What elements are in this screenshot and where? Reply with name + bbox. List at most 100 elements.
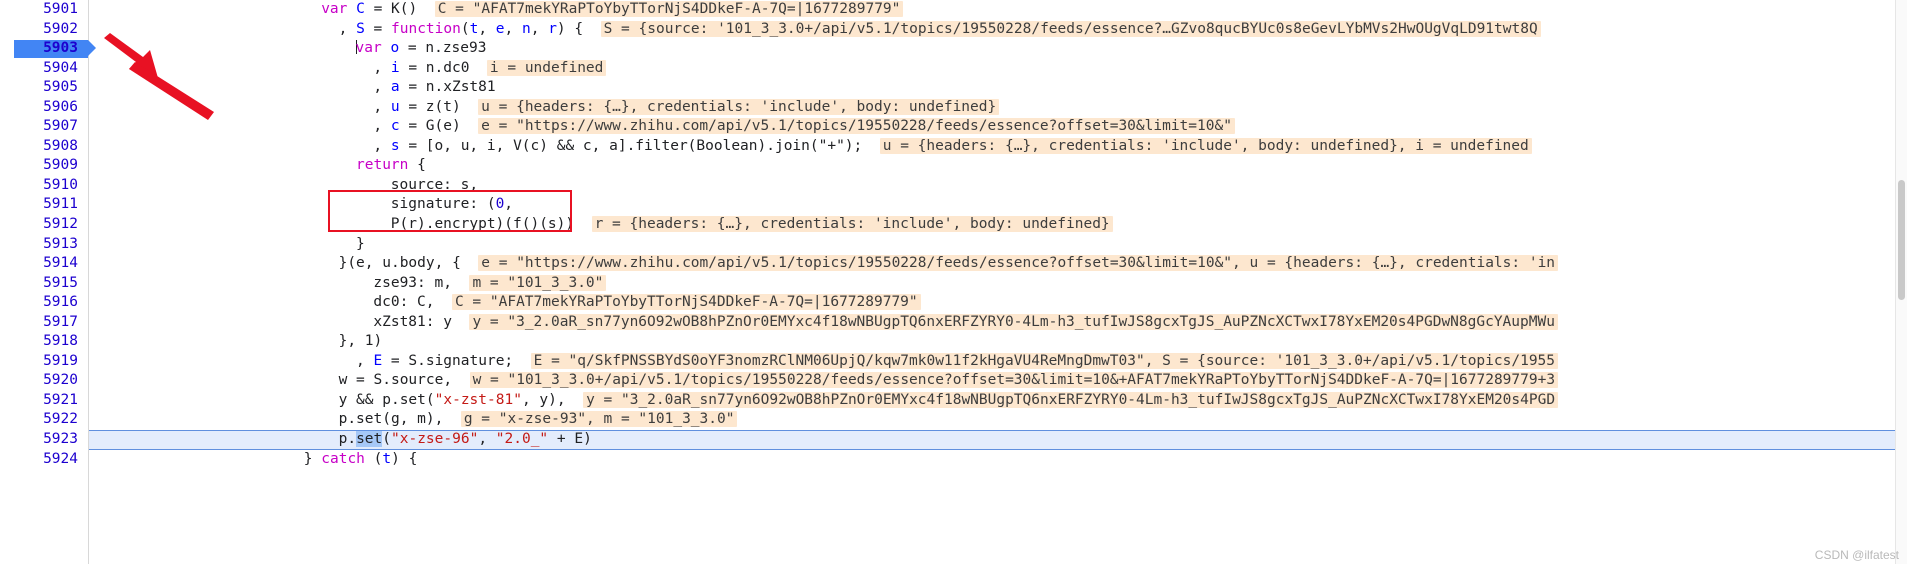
code-line[interactable]: 5901 var C = K() C = "AFAT7mekYRaPToYbyTT… (0, 0, 1907, 20)
inline-value-hint: i = undefined (486, 59, 607, 76)
code-line[interactable]: 5924} catch (t) { (0, 450, 1907, 470)
line-number-text: 5908 (43, 137, 78, 154)
line-number[interactable]: 5905 (0, 78, 88, 98)
scrollbar-thumb[interactable] (1898, 180, 1905, 300)
code-line[interactable]: 5918 }, 1) (0, 332, 1907, 352)
line-number[interactable]: 5913 (0, 235, 88, 255)
line-content[interactable]: , E = S.signature; E = "q/SkfPNSSBYdS0oY… (89, 352, 1907, 372)
line-content[interactable]: } catch (t) { (89, 450, 1907, 470)
line-number[interactable]: 5907 (0, 117, 88, 137)
token-var: n (521, 20, 531, 37)
line-content[interactable]: var C = K() C = "AFAT7mekYRaPToYbyTTorNj… (89, 0, 1907, 20)
code-line[interactable]: 5922 p.set(g, m), g = "x-zse-93", m = "10… (0, 410, 1907, 430)
token-kw: var (355, 40, 382, 57)
line-number[interactable]: 5918 (0, 332, 88, 352)
line-content[interactable]: P(r).encrypt)(f()(s)) r = {headers: {…},… (89, 215, 1907, 235)
line-content[interactable]: } (89, 235, 1907, 255)
token-num: 0 (495, 196, 505, 213)
line-number[interactable]: 5919 (0, 352, 88, 372)
code-line[interactable]: 5906, u = z(t) u = {headers: {…}, creden… (0, 98, 1907, 118)
line-content[interactable]: p.set(g, m), g = "x-zse-93", m = "101_3_… (89, 410, 1907, 430)
line-content[interactable]: var o = n.zse93 (89, 39, 1907, 59)
vertical-scrollbar[interactable] (1895, 0, 1907, 564)
line-number-text: 5911 (43, 196, 78, 213)
token-plain: ) { (556, 20, 584, 37)
inline-value-hint: E = "q/SkfPNSSBYdS0oYF3nomzRClNM06UpjQ/k… (530, 352, 1559, 369)
token-plain: , (530, 20, 549, 37)
line-content[interactable]: , S = function(t, e, n, r) { S = {source… (89, 20, 1907, 40)
line-number[interactable]: 5917 (0, 313, 88, 333)
token-kw: function (391, 20, 461, 37)
code-line[interactable]: 5910 source: s, (0, 176, 1907, 196)
line-number[interactable]: 5921 (0, 391, 88, 411)
line-number[interactable]: 5915 (0, 274, 88, 294)
token-plain: , (373, 118, 391, 135)
code-editor[interactable]: 5901 var C = K() C = "AFAT7mekYRaPToYbyTT… (0, 0, 1907, 564)
inline-value-hint: C = "AFAT7mekYRaPToYbyTTorNjS4DDkeF-A-7Q… (434, 1, 904, 17)
line-number-text: 5904 (43, 59, 78, 76)
code-line[interactable]: 5921 y && p.set("x-zst-81", y), y = "3_2.… (0, 391, 1907, 411)
code-line[interactable]: 5914}(e, u.body, { e = "https://www.zhih… (0, 254, 1907, 274)
code-line[interactable]: 5911 signature: (0, (0, 195, 1907, 215)
code-line[interactable]: 5908 , s = [o, u, i, V(c) && c, a].filter… (0, 137, 1907, 157)
code-line[interactable]: 5909 return { (0, 156, 1907, 176)
code-line[interactable]: 5916 dc0: C, C = "AFAT7mekYRaPToYbyTTorNj… (0, 293, 1907, 313)
line-tokens: p.set(g, m), g = "x-zse-93", m = "101_3_… (333, 410, 738, 430)
code-lines-container: 5901 var C = K() C = "AFAT7mekYRaPToYbyTT… (0, 0, 1907, 469)
line-content[interactable]: source: s, (89, 176, 1907, 196)
line-content[interactable]: , c = G(e) e = "https://www.zhihu.com/ap… (89, 117, 1907, 137)
line-content[interactable]: p.set("x-zse-96", "2.0_" + E) (89, 430, 1907, 450)
line-content[interactable]: }(e, u.body, { e = "https://www.zhihu.co… (89, 254, 1907, 274)
line-number[interactable]: 5922 (0, 410, 88, 430)
code-line[interactable]: 5904 , i = n.dc0 i = undefined (0, 59, 1907, 79)
line-content[interactable]: , a = n.xZst81 (89, 78, 1907, 98)
line-number[interactable]: 5924 (0, 450, 88, 470)
code-line[interactable]: 5920 w = S.source, w = "101_3_3.0+/api/v5… (0, 371, 1907, 391)
line-number[interactable]: 5910 (0, 176, 88, 196)
line-tokens: , s = [o, u, i, V(c) && c, a].filter(Boo… (367, 137, 1532, 157)
inline-value-hint: m = "101_3_3.0" (469, 274, 607, 291)
line-number[interactable]: 5902 (0, 20, 88, 40)
code-line[interactable]: 5923 p.set("x-zse-96", "2.0_" + E) (0, 430, 1907, 450)
line-tokens: , E = S.signature; E = "q/SkfPNSSBYdS0oY… (350, 352, 1559, 372)
line-number-text: 5918 (43, 333, 78, 350)
code-line[interactable]: 5915 zse93: m, m = "101_3_3.0" (0, 274, 1907, 294)
inline-value-hint: S = {source: '101_3_3.0+/api/v5.1/topics… (600, 20, 1541, 37)
line-content[interactable]: xZst81: y y = "3_2.0aR_sn77yn6O92wOB8hPZ… (89, 313, 1907, 333)
line-number[interactable]: 5912 (0, 215, 88, 235)
line-number[interactable]: 5914 (0, 254, 88, 274)
line-number[interactable]: 5906 (0, 98, 88, 118)
line-number[interactable]: 5911 (0, 195, 88, 215)
line-number[interactable]: 5901 (0, 0, 88, 20)
line-number[interactable]: 5916 (0, 293, 88, 313)
line-content[interactable]: , u = z(t) u = {headers: {…}, credential… (89, 98, 1907, 118)
line-content[interactable]: }, 1) (89, 332, 1907, 352)
line-number[interactable]: 5909 (0, 156, 88, 176)
line-number[interactable]: 5923 (0, 430, 88, 450)
code-line[interactable]: 5902, S = function(t, e, n, r) { S = {so… (0, 20, 1907, 40)
code-line[interactable]: 5905, a = n.xZst81 (0, 78, 1907, 98)
code-line[interactable]: 5912 P(r).encrypt)(f()(s)) r = {headers: … (0, 215, 1907, 235)
line-content[interactable]: return { (89, 156, 1907, 176)
line-tokens: xZst81: y y = "3_2.0aR_sn77yn6O92wOB8hPZ… (367, 313, 1558, 333)
line-content[interactable]: , i = n.dc0 i = undefined (89, 59, 1907, 79)
line-content[interactable]: signature: (0, (89, 195, 1907, 215)
line-number[interactable]: 5908 (0, 137, 88, 157)
line-number[interactable]: 5904 (0, 59, 88, 79)
line-number[interactable]: 5920 (0, 371, 88, 391)
token-plain: = (364, 20, 391, 37)
code-line[interactable]: 5913} (0, 235, 1907, 255)
line-number-text: 5907 (43, 118, 78, 135)
code-line[interactable]: 5917 xZst81: y y = "3_2.0aR_sn77yn6O92wOB… (0, 313, 1907, 333)
line-number-text: 5912 (43, 216, 78, 233)
code-line[interactable]: 5907 , c = G(e) e = "https://www.zhihu.co… (0, 117, 1907, 137)
line-content[interactable]: , s = [o, u, i, V(c) && c, a].filter(Boo… (89, 137, 1907, 157)
line-number[interactable]: 5903 (0, 39, 88, 59)
code-line[interactable]: 5919 , E = S.signature; E = "q/SkfPNSSBYd… (0, 352, 1907, 372)
line-content[interactable]: y && p.set("x-zst-81", y), y = "3_2.0aR_… (89, 391, 1907, 411)
code-line[interactable]: 5903 var o = n.zse93 (0, 39, 1907, 59)
line-content[interactable]: dc0: C, C = "AFAT7mekYRaPToYbyTTorNjS4DD… (89, 293, 1907, 313)
line-content[interactable]: zse93: m, m = "101_3_3.0" (89, 274, 1907, 294)
line-content[interactable]: w = S.source, w = "101_3_3.0+/api/v5.1/t… (89, 371, 1907, 391)
